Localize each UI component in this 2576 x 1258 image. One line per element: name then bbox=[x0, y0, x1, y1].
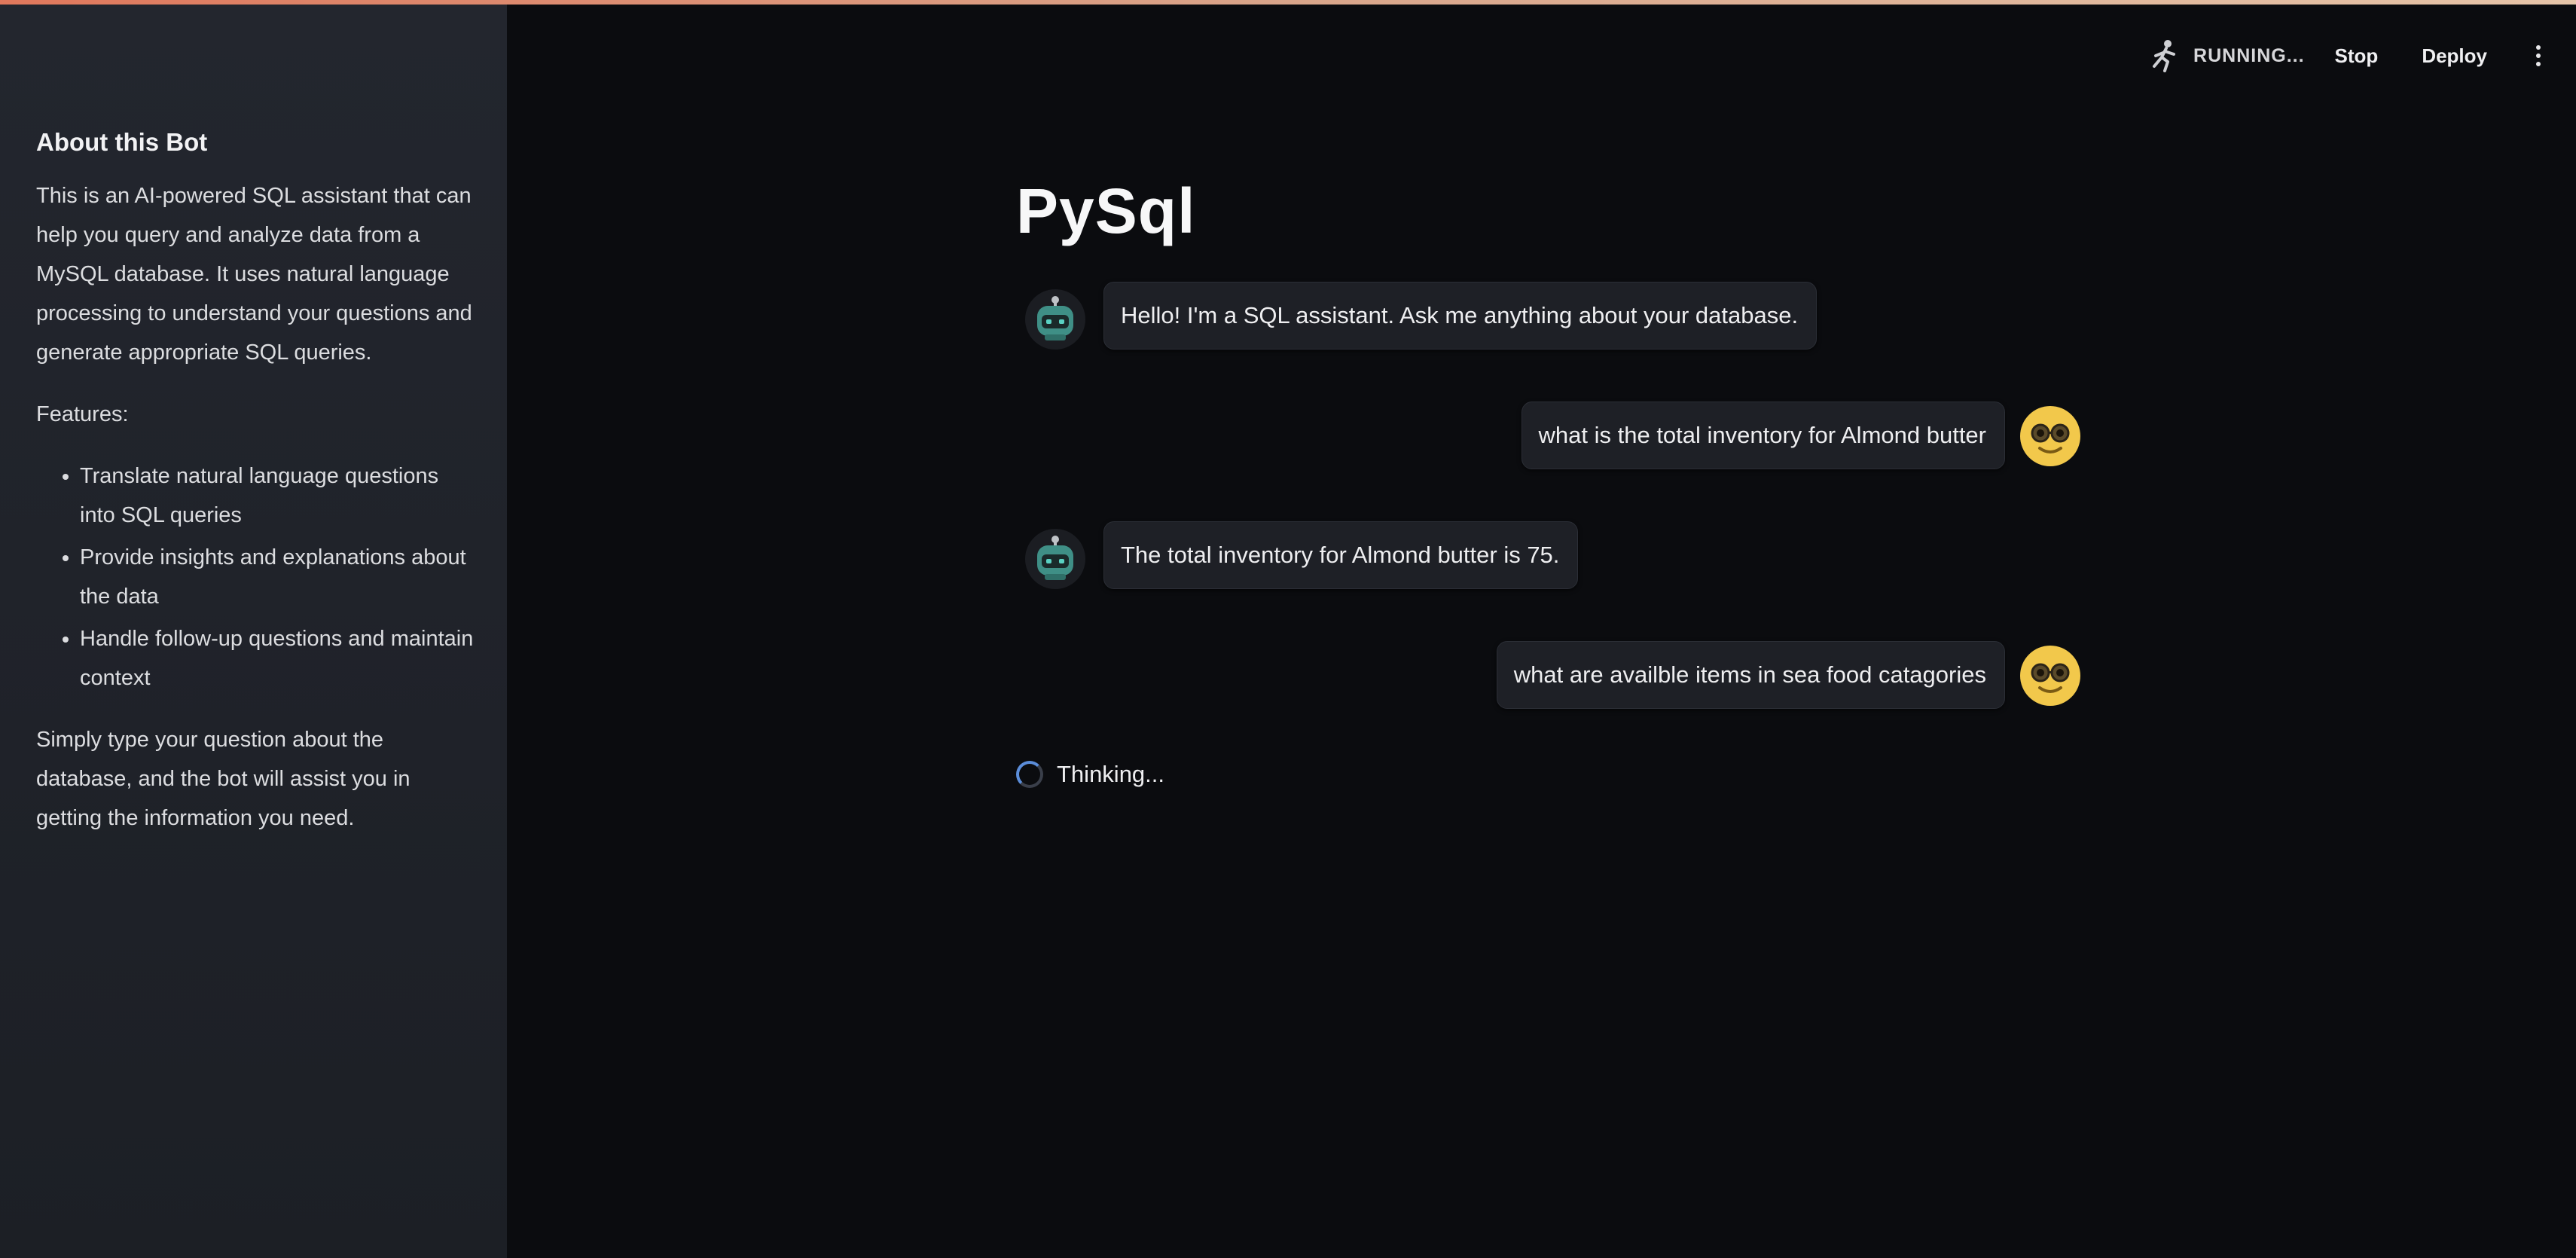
chat-message-assistant: Hello! I'm a SQL assistant. Ask me anyth… bbox=[1024, 282, 1818, 351]
features-list: Translate natural language questions int… bbox=[36, 456, 474, 698]
bot-avatar-icon bbox=[1024, 288, 1087, 351]
feature-item: Provide insights and explanations about … bbox=[80, 538, 474, 616]
user-avatar-icon bbox=[2019, 644, 2082, 707]
sidebar: About this Bot This is an AI-powered SQL… bbox=[0, 0, 507, 1258]
feature-item: Translate natural language questions int… bbox=[80, 456, 474, 535]
deploy-button[interactable]: Deploy bbox=[2422, 44, 2487, 68]
thinking-indicator: Thinking... bbox=[1016, 761, 1164, 788]
feature-item: Handle follow-up questions and maintain … bbox=[80, 619, 474, 698]
user-avatar-icon bbox=[2019, 405, 2082, 468]
running-status-label: RUNNING... bbox=[2193, 44, 2305, 66]
app-header: RUNNING... Stop Deploy bbox=[2150, 33, 2546, 78]
message-bubble: what are availble items in sea food cata… bbox=[1496, 641, 2005, 709]
loading-spinner-icon bbox=[1016, 761, 1043, 788]
sidebar-heading: About this Bot bbox=[36, 128, 208, 156]
top-decoration-stripe bbox=[0, 0, 2576, 5]
stop-button[interactable]: Stop bbox=[2335, 44, 2379, 68]
message-bubble: Hello! I'm a SQL assistant. Ask me anyth… bbox=[1103, 282, 1818, 350]
chat-message-assistant: The total inventory for Almond butter is… bbox=[1024, 521, 1579, 591]
message-bubble: The total inventory for Almond butter is… bbox=[1103, 521, 1579, 589]
sidebar-intro: This is an AI-powered SQL assistant that… bbox=[36, 184, 472, 365]
page-title: PySql bbox=[1016, 176, 1196, 246]
sidebar-features-label: Features: bbox=[36, 402, 129, 426]
chat-message-user: what is the total inventory for Almond b… bbox=[1521, 402, 2082, 469]
chat-message-user: what are availble items in sea food cata… bbox=[1496, 641, 2082, 709]
kebab-menu-icon[interactable] bbox=[2531, 45, 2546, 66]
running-man-icon bbox=[2150, 39, 2180, 72]
running-status: RUNNING... bbox=[2150, 39, 2305, 72]
main-content: RUNNING... Stop Deploy PySql Hello! I'm … bbox=[507, 0, 2576, 1258]
message-bubble: what is the total inventory for Almond b… bbox=[1521, 402, 2005, 469]
sidebar-outro: Simply type your question about the data… bbox=[36, 728, 411, 830]
bot-avatar-icon bbox=[1024, 527, 1087, 591]
app-window: About this Bot This is an AI-powered SQL… bbox=[0, 0, 2576, 1258]
thinking-label: Thinking... bbox=[1057, 761, 1165, 787]
